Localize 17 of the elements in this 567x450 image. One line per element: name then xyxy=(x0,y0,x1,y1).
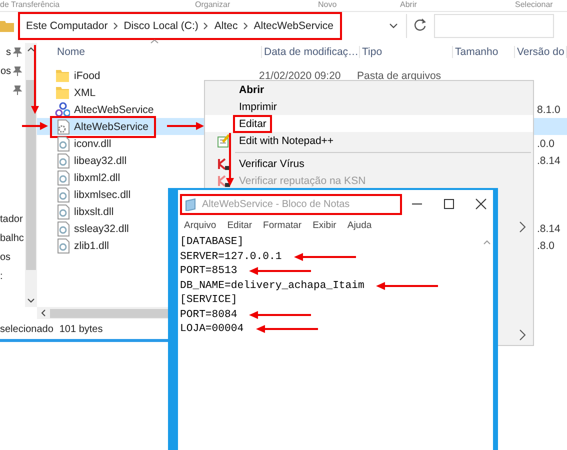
text-line: PORT=8513 xyxy=(180,265,238,278)
file-version: .8.14 xyxy=(537,223,560,235)
text-line: DB_NAME=delivery_achapa_Itaim xyxy=(180,280,364,292)
text-line: PORT=8084 xyxy=(180,308,238,321)
text-line: [DATABASE] xyxy=(180,236,244,248)
file-date: 21/02/2020 09:20 xyxy=(259,70,341,82)
status-text: 101 bytes xyxy=(59,324,103,334)
file-type: Pasta de arquivos xyxy=(357,70,442,82)
file-version: .8.0 xyxy=(537,240,555,252)
text-line: [SERVICE] xyxy=(180,294,238,306)
status-text: selecionado xyxy=(0,324,54,334)
file-version: .0.0 xyxy=(537,138,555,150)
text-line: LOJA=00004 xyxy=(180,323,244,336)
text-line: SERVER=127.0.0.1 xyxy=(180,250,282,263)
window-title: AlteWebService - Bloco de Notas xyxy=(202,198,350,210)
file-version: 8.1.0 xyxy=(537,104,560,116)
file-version: .8.14 xyxy=(537,155,560,167)
